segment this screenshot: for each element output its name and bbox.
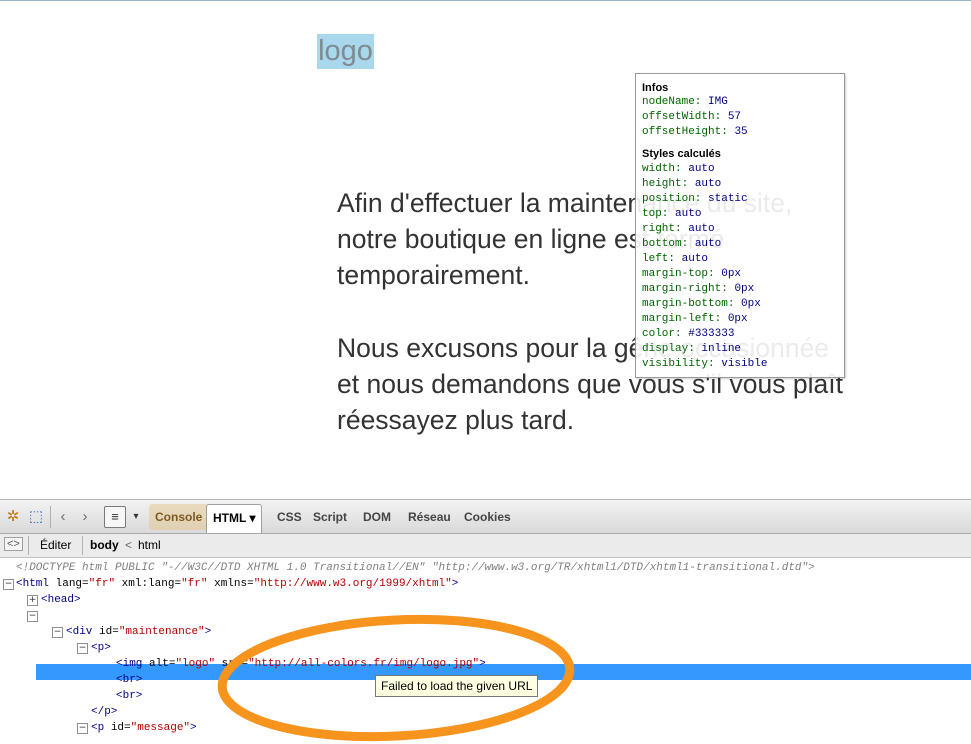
annotation-ellipse — [217, 614, 575, 742]
error-tooltip: Failed to load the given URL — [375, 675, 539, 697]
